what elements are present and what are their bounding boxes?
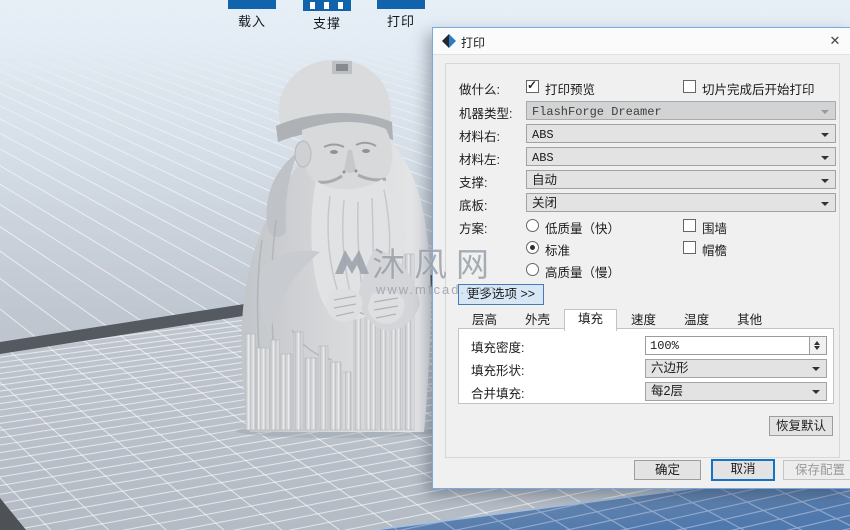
wall-checkbox-label[interactable]: 围墙	[702, 218, 727, 237]
machine-type-select: FlashForge Dreamer	[526, 101, 836, 120]
tab-others[interactable]: 其他	[723, 310, 776, 330]
fill-tab-panel: 填充密度: 100% 填充形状: 六边形 合并填充: 每2层	[458, 328, 834, 404]
raft-label: 底板:	[459, 199, 488, 213]
spin-down-icon	[814, 346, 820, 350]
toolbar-load-label: 载入	[237, 14, 266, 29]
print-dialog: 打印 ✕ 做什么: ✓ 打印预览 切片完成后开始打印 机器类型: FlashFo…	[432, 27, 850, 489]
tab-shell[interactable]: 外壳	[511, 310, 564, 330]
toolbar-support-label: 支撑	[312, 16, 341, 31]
tab-temperature[interactable]: 温度	[670, 310, 723, 330]
wall-checkbox[interactable]	[683, 219, 696, 232]
scheme-high-radio[interactable]	[526, 263, 539, 276]
restore-defaults-button[interactable]: 恢复默认	[769, 416, 833, 436]
load-icon	[228, 0, 276, 9]
combine-fill-select[interactable]: 每2层	[645, 382, 827, 401]
what-label: 做什么:	[459, 83, 500, 97]
print-after-slice-label[interactable]: 切片完成后开始打印	[702, 79, 815, 98]
chevron-down-icon	[821, 133, 829, 137]
tab-fill[interactable]: 填充	[564, 309, 618, 331]
scheme-low-radio[interactable]	[526, 219, 539, 232]
dialog-title: 打印	[461, 36, 486, 50]
support-icon	[303, 0, 351, 11]
close-icon[interactable]: ✕	[826, 32, 844, 50]
scheme-standard-label[interactable]: 标准	[545, 240, 570, 259]
chevron-down-icon	[821, 179, 829, 183]
spinner-buttons[interactable]	[809, 337, 826, 354]
cancel-button[interactable]: 取消	[711, 459, 775, 481]
chevron-down-icon	[821, 156, 829, 160]
fill-shape-label: 填充形状:	[471, 364, 525, 378]
material-right-label: 材料右:	[459, 130, 500, 144]
brim-checkbox-label[interactable]: 帽檐	[702, 240, 727, 259]
toolbar-support-button[interactable]: 支撑	[297, 0, 357, 32]
flashprint-logo-icon	[442, 34, 456, 48]
print-after-slice-checkbox[interactable]	[683, 80, 696, 93]
toolbar-print-label: 打印	[386, 14, 415, 29]
support-label: 支撑:	[459, 176, 488, 190]
scheme-standard-radio[interactable]	[526, 241, 539, 254]
material-left-select[interactable]: ABS	[526, 147, 836, 166]
tab-layer-height[interactable]: 层高	[458, 310, 511, 330]
scheme-high-label[interactable]: 高质量（慢）	[545, 262, 620, 281]
more-options-button[interactable]: 更多选项 >>	[458, 284, 545, 305]
chevron-down-icon	[821, 110, 829, 114]
toolbar-print-button[interactable]: 打印	[371, 0, 431, 30]
fill-shape-select[interactable]: 六边形	[645, 359, 827, 378]
spin-up-icon	[814, 341, 820, 345]
chevron-down-icon	[812, 367, 820, 371]
brim-checkbox[interactable]	[683, 241, 696, 254]
combine-fill-label: 合并填充:	[471, 387, 525, 401]
preview-checkbox-label[interactable]: 打印预览	[545, 79, 595, 98]
chevron-down-icon	[812, 390, 820, 394]
support-select[interactable]: 自动	[526, 170, 836, 189]
print-icon	[377, 0, 425, 9]
ok-button[interactable]: 确定	[634, 460, 701, 480]
dialog-titlebar[interactable]: 打印 ✕	[433, 28, 850, 55]
toolbar-load-button[interactable]: 载入	[222, 0, 282, 30]
fill-density-label: 填充密度:	[471, 341, 525, 355]
chevron-down-icon	[821, 202, 829, 206]
settings-tabs: 层高 外壳 填充 速度 温度 其他	[458, 309, 776, 331]
app-window: 载入 支撑 打印 打印 ✕ 做什么: ✓ 打印预览 切片完成后开始打印 机器类型…	[0, 0, 850, 530]
save-config-button: 保存配置	[783, 460, 850, 480]
material-right-select[interactable]: ABS	[526, 124, 836, 143]
raft-select[interactable]: 关闭	[526, 193, 836, 212]
preview-checkbox[interactable]: ✓	[526, 78, 539, 93]
material-left-label: 材料左:	[459, 153, 500, 167]
fill-density-spinbox[interactable]: 100%	[645, 336, 827, 355]
scheme-label: 方案:	[459, 222, 488, 236]
machine-type-label: 机器类型:	[459, 107, 513, 121]
tab-speed[interactable]: 速度	[617, 310, 670, 330]
scheme-low-label[interactable]: 低质量（快）	[545, 218, 620, 237]
